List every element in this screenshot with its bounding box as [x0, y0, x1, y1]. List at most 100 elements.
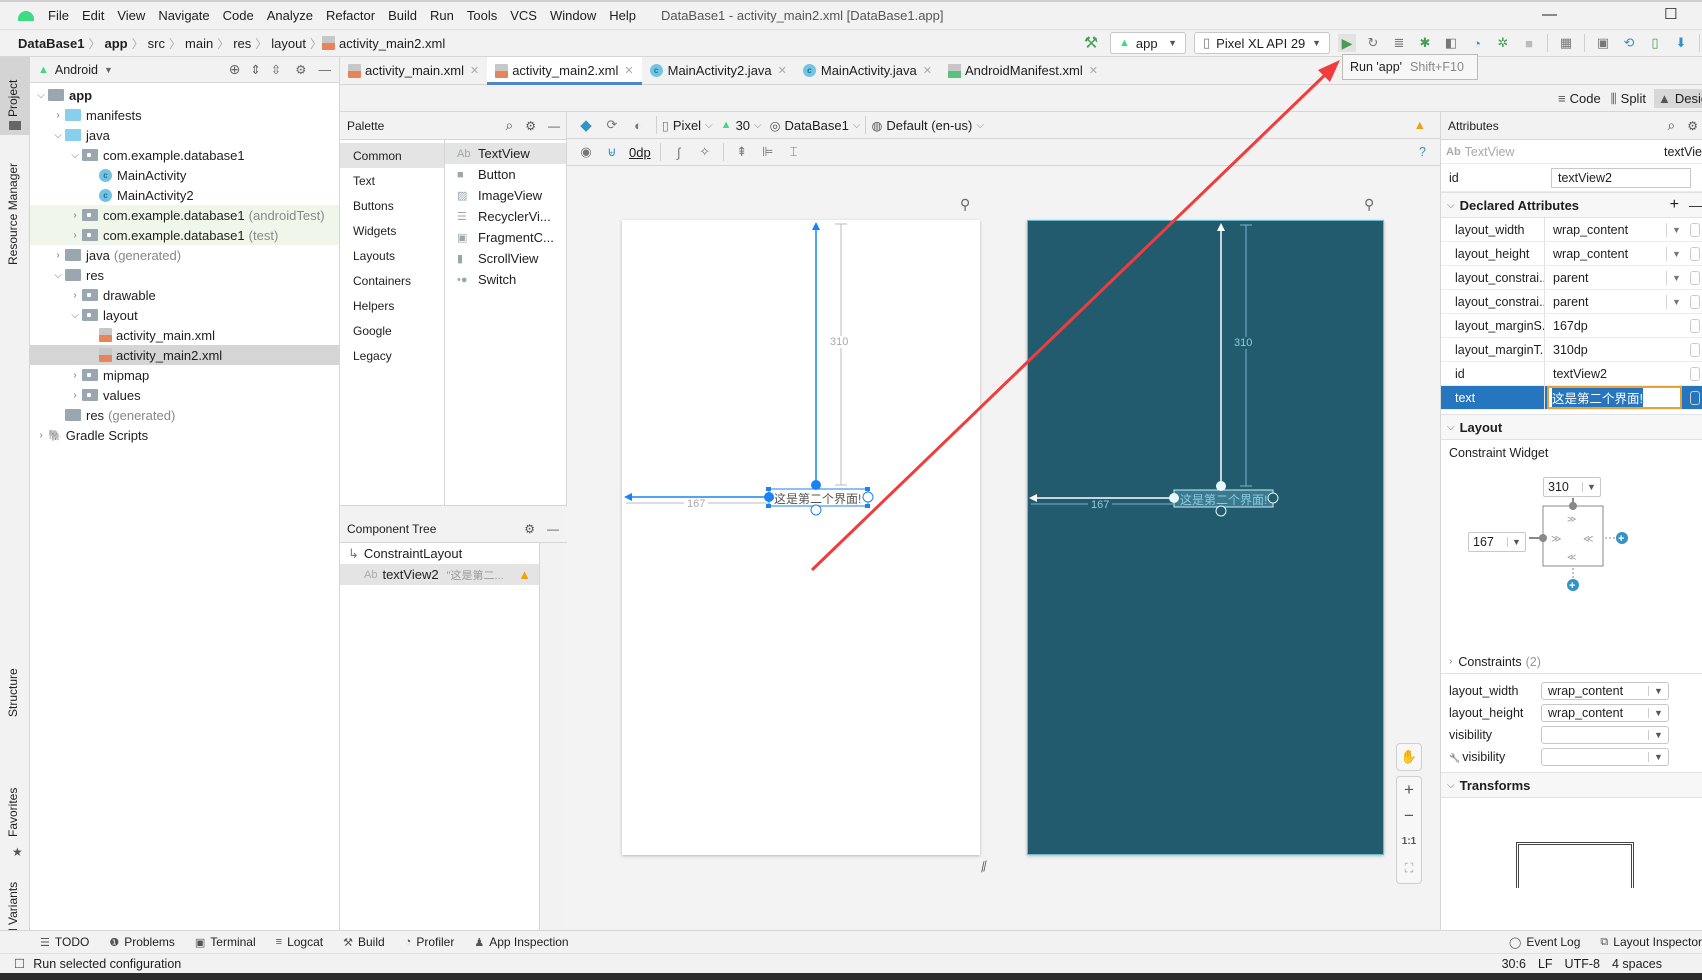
theme-selector[interactable]: DataBase1: [785, 118, 849, 133]
clear-constraints-icon[interactable]: ∫: [670, 143, 688, 161]
palette-category[interactable]: Containers: [340, 268, 444, 293]
tool-todo[interactable]: ☰ TODO: [40, 935, 89, 949]
tree-item[interactable]: › java (generated): [30, 245, 339, 265]
chevron-down-icon[interactable]: ⌵: [51, 270, 65, 281]
palette-item[interactable]: ▮ ScrollView: [445, 248, 566, 269]
attribute-resource-picker[interactable]: [1690, 246, 1700, 261]
palette-item[interactable]: ☰ RecyclerVi...: [445, 206, 566, 227]
search-icon[interactable]: ⌕: [1667, 117, 1675, 134]
tool-layout-inspector[interactable]: ⧉ Layout Inspector: [1600, 935, 1702, 949]
attribute-resource-picker[interactable]: [1690, 222, 1700, 237]
apply-code-changes-icon[interactable]: ≣: [1390, 34, 1408, 52]
close-icon[interactable]: ✕: [470, 64, 479, 77]
tool-problems[interactable]: ❶ Problems: [109, 935, 175, 949]
wrench-icon[interactable]: ⚲: [960, 196, 970, 213]
locate-icon[interactable]: ⊕: [229, 61, 241, 78]
close-icon[interactable]: ✕: [923, 64, 932, 77]
tree-item[interactable]: ⌵ layout: [30, 305, 339, 325]
close-icon[interactable]: ✕: [1089, 64, 1098, 77]
tree-item-constraintlayout[interactable]: ↳ ConstraintLayout: [340, 543, 539, 564]
constraints-row[interactable]: › Constraints (2): [1441, 650, 1702, 674]
help-icon[interactable]: ?: [1419, 145, 1426, 159]
palette-item[interactable]: Ab TextView: [445, 143, 566, 164]
chevron-right-icon[interactable]: ›: [34, 430, 48, 441]
palette-category[interactable]: Text: [340, 168, 444, 193]
design-surface-icon[interactable]: ◆: [577, 116, 595, 134]
menu-build[interactable]: Build: [388, 8, 417, 23]
attribute-row[interactable]: layout_constrai... parent ▼: [1441, 290, 1702, 314]
maximize-button[interactable]: ☐: [1664, 5, 1677, 23]
transforms-section[interactable]: ⌵ Transforms: [1441, 772, 1702, 798]
minimize-panel-icon[interactable]: —: [547, 522, 559, 536]
minimize-button[interactable]: —: [1542, 6, 1557, 23]
chevron-down-icon[interactable]: ▼: [1666, 270, 1686, 285]
guidelines-icon[interactable]: ⌶: [785, 143, 803, 161]
line-separator[interactable]: LF: [1538, 957, 1553, 971]
tree-item[interactable]: c MainActivity: [30, 165, 339, 185]
attribute-resource-picker[interactable]: [1690, 318, 1700, 333]
palette-category[interactable]: Widgets: [340, 218, 444, 243]
warning-icon[interactable]: ▲: [1414, 118, 1426, 132]
tool-tab-project[interactable]: Project: [6, 80, 20, 117]
debug-icon[interactable]: ✱: [1416, 34, 1434, 52]
palette-item[interactable]: ▨ ImageView: [445, 185, 566, 206]
attribute-value[interactable]: 167dp: [1545, 314, 1686, 337]
chevron-down-icon[interactable]: ⌵: [68, 150, 82, 161]
device-dropdown[interactable]: ▯ Pixel XL API 29 ▼: [1194, 32, 1330, 54]
tool-tab-structure[interactable]: Structure: [6, 668, 20, 717]
palette-category[interactable]: Layouts: [340, 243, 444, 268]
tool-profiler[interactable]: ◔ Profiler: [405, 935, 455, 949]
search-icon[interactable]: ⌕: [505, 117, 513, 134]
view-options-icon[interactable]: ◉: [577, 143, 595, 161]
tab-mainactivity-java[interactable]: c MainActivity.java ✕: [795, 57, 940, 85]
tool-build[interactable]: ⚒ Build: [343, 935, 385, 949]
gear-icon[interactable]: ⚙: [525, 119, 536, 133]
blueprint-preview[interactable]: 310 167 这是第二个界面!: [1027, 220, 1384, 855]
tree-item[interactable]: ⌵ app: [30, 85, 339, 105]
attribute-value[interactable]: parent: [1545, 266, 1666, 289]
gear-icon[interactable]: ⚙: [1687, 119, 1698, 133]
tree-item[interactable]: res (generated): [30, 405, 339, 425]
chevron-right-icon[interactable]: ›: [68, 370, 82, 381]
gear-icon[interactable]: ⚙: [295, 62, 306, 77]
palette-item[interactable]: •● Switch: [445, 269, 566, 290]
align-icon[interactable]: ⊫: [759, 143, 777, 161]
status-toggle-icon[interactable]: ☐: [14, 956, 25, 971]
palette-category[interactable]: Legacy: [340, 343, 444, 368]
tree-item[interactable]: ⌵ java: [30, 125, 339, 145]
attribute-value[interactable]: 310dp: [1545, 338, 1686, 361]
attribute-row[interactable]: text 这是第二个界面!: [1441, 386, 1702, 410]
attribute-value[interactable]: parent: [1545, 290, 1666, 313]
tab-activity-main-xml[interactable]: activity_main.xml ✕: [340, 57, 487, 85]
breadcrumb-file[interactable]: activity_main2.xml: [339, 36, 449, 51]
attribute-row[interactable]: id textView2: [1441, 362, 1702, 386]
menu-edit[interactable]: Edit: [82, 8, 104, 23]
tool-terminal[interactable]: ▣ Terminal: [195, 935, 256, 949]
profile-icon[interactable]: ◔: [1468, 34, 1486, 52]
panel-divider[interactable]: [340, 505, 567, 515]
attribute-resource-picker[interactable]: [1690, 342, 1700, 357]
textview-blueprint[interactable]: 这是第二个界面!: [1180, 491, 1267, 508]
zoom-out-button[interactable]: −: [1397, 803, 1421, 829]
chevron-right-icon[interactable]: ›: [68, 390, 82, 401]
chevron-down-icon[interactable]: ⌵: [51, 130, 65, 141]
tool-tab-favorites[interactable]: Favorites: [6, 788, 20, 837]
breadcrumb-layout[interactable]: layout: [267, 36, 310, 51]
breadcrumb-project[interactable]: DataBase1: [14, 36, 89, 51]
coverage-icon[interactable]: ◧: [1442, 34, 1460, 52]
collapse-all-icon[interactable]: ⇳: [271, 62, 281, 77]
zoom-1-1-button[interactable]: 1:1: [1397, 829, 1421, 855]
menu-tools[interactable]: Tools: [467, 8, 497, 23]
remove-attribute-button[interactable]: —: [1689, 198, 1702, 213]
autoconnect-icon[interactable]: ⊌: [603, 143, 621, 161]
apply-changes-restart-icon[interactable]: ↻: [1364, 34, 1382, 52]
menu-navigate[interactable]: Navigate: [158, 8, 209, 23]
property-dropdown[interactable]: ▼: [1541, 726, 1669, 744]
menu-refactor[interactable]: Refactor: [326, 8, 375, 23]
build-hammer-icon[interactable]: ⚒: [1082, 34, 1100, 52]
wrench-icon[interactable]: ⚲: [1364, 196, 1374, 213]
tree-item[interactable]: › values: [30, 385, 339, 405]
attribute-resource-picker[interactable]: [1690, 390, 1700, 405]
breadcrumb-src[interactable]: src: [144, 36, 169, 51]
caret-position[interactable]: 30:6: [1502, 957, 1526, 971]
